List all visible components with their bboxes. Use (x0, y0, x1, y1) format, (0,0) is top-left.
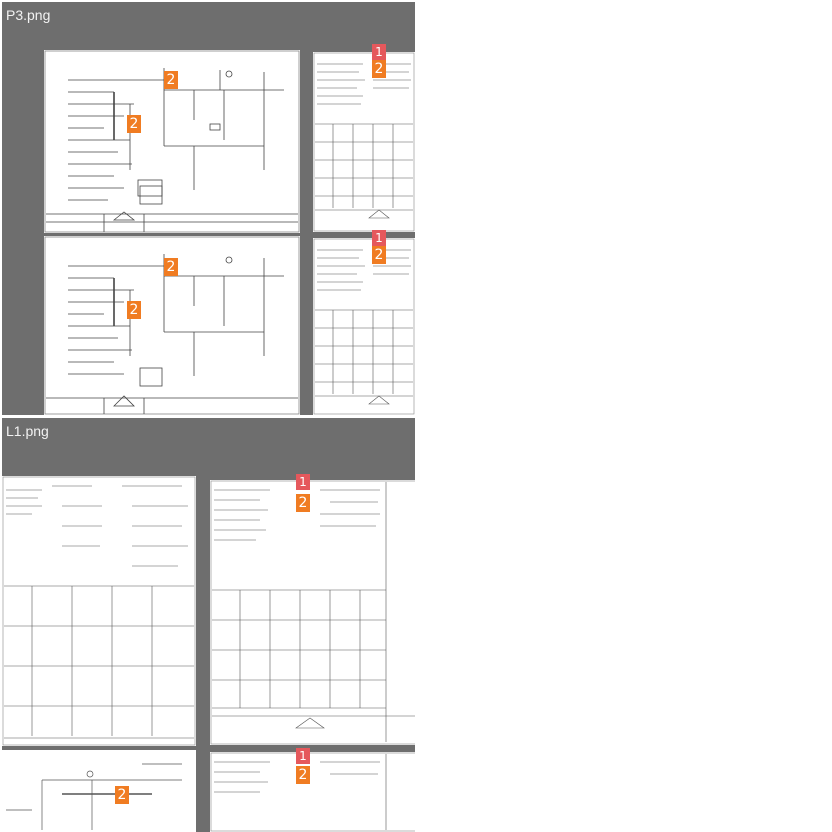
schedule-drawing (313, 238, 415, 415)
legend-drawing (2, 476, 196, 746)
image-panel-p3[interactable]: P3.png 2 2 1 2 2 2 1 2 (2, 2, 415, 415)
panel-filename-label: L1.png (6, 423, 49, 439)
issue-marker-1[interactable]: 1 (372, 44, 386, 60)
issue-marker-2[interactable]: 2 (296, 494, 310, 512)
issue-marker-2[interactable]: 2 (296, 766, 310, 784)
issue-marker-1[interactable]: 1 (296, 474, 310, 490)
drawing-sheet-schedule-top[interactable] (313, 52, 415, 232)
schedule-drawing (313, 52, 415, 232)
issue-marker-1[interactable]: 1 (296, 748, 310, 764)
issue-marker-2[interactable]: 2 (127, 115, 141, 133)
drawing-sheet-schematic-partial[interactable] (2, 750, 196, 832)
schematic-drawing (6, 763, 182, 830)
issue-marker-2[interactable]: 2 (164, 71, 178, 89)
drawing-sheet-schedule[interactable] (210, 480, 415, 745)
drawing-sheet-legend[interactable] (2, 476, 196, 746)
image-panel-l1[interactable]: L1.png 1 2 2 1 2 (2, 418, 415, 832)
schedule-drawing (210, 480, 415, 745)
schedule-drawing (210, 752, 415, 832)
issue-marker-2[interactable]: 2 (127, 301, 141, 319)
issue-marker-1[interactable]: 1 (372, 230, 386, 246)
drawing-sheet-schedule-bottom[interactable] (313, 238, 415, 415)
issue-marker-2[interactable]: 2 (372, 60, 386, 78)
drawing-sheet-schedule-partial[interactable] (210, 752, 415, 832)
issue-marker-2[interactable]: 2 (115, 786, 129, 804)
issue-marker-2[interactable]: 2 (372, 246, 386, 264)
issue-marker-2[interactable]: 2 (164, 258, 178, 276)
panel-filename-label: P3.png (6, 7, 51, 23)
